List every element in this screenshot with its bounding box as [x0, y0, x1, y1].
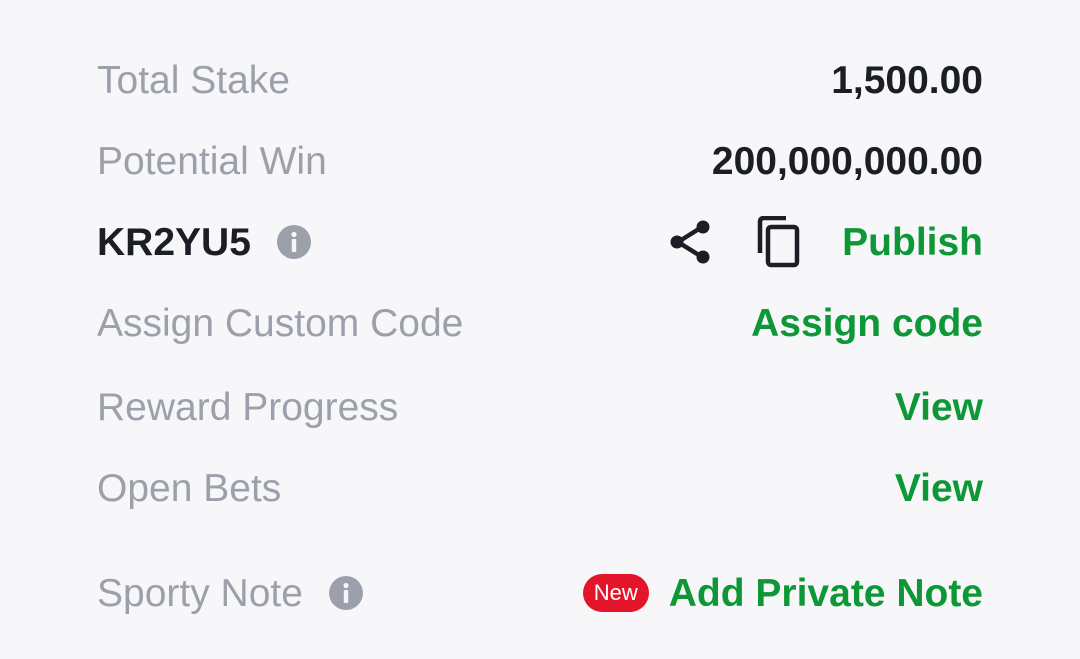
sporty-note-row: Sporty Note New Add Private Note	[97, 563, 983, 623]
sporty-note-label: Sporty Note	[97, 571, 303, 615]
booking-code-group: KR2YU5	[97, 223, 311, 262]
add-private-note-button[interactable]: Add Private Note	[669, 574, 983, 613]
booking-actions: Publish	[668, 216, 983, 268]
potential-win-row: Potential Win 200,000,000.00	[97, 131, 983, 191]
open-bets-row: Open Bets View	[97, 458, 983, 518]
reward-progress-label: Reward Progress	[97, 385, 399, 429]
copy-icon[interactable]	[754, 216, 802, 268]
total-stake-row: Total Stake 1,500.00	[97, 50, 983, 110]
sporty-note-group: Sporty Note	[97, 574, 363, 613]
info-icon[interactable]	[328, 576, 363, 610]
open-bets-view-button[interactable]: View	[895, 469, 983, 508]
total-stake-label: Total Stake	[97, 58, 290, 102]
potential-win-label: Potential Win	[97, 139, 327, 183]
bet-summary-panel: Total Stake 1,500.00 Potential Win 200,0…	[97, 0, 983, 659]
assign-custom-code-label: Assign Custom Code	[97, 301, 464, 345]
new-badge: New	[582, 574, 649, 612]
publish-button[interactable]: Publish	[842, 223, 983, 262]
assign-custom-code-row: Assign Custom Code Assign code	[97, 293, 983, 353]
assign-code-button[interactable]: Assign code	[751, 304, 983, 343]
booking-code: KR2YU5	[97, 220, 251, 264]
info-icon[interactable]	[276, 225, 311, 259]
reward-progress-view-button[interactable]: View	[895, 388, 983, 427]
potential-win-value: 200,000,000.00	[711, 139, 983, 183]
open-bets-label: Open Bets	[97, 466, 282, 510]
total-stake-value: 1,500.00	[831, 58, 983, 102]
reward-progress-row: Reward Progress View	[97, 377, 983, 437]
booking-code-row: KR2YU5 Publish	[97, 212, 983, 272]
share-icon[interactable]	[668, 219, 714, 265]
sporty-note-actions: New Add Private Note	[582, 574, 983, 613]
